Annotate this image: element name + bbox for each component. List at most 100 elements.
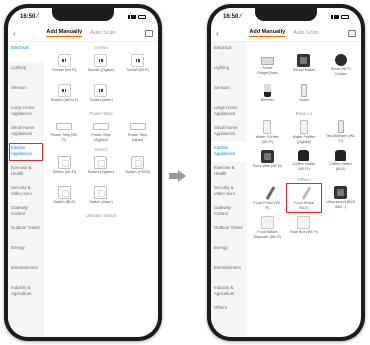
device-card[interactable]: Socket (other) [84,82,119,110]
section-title: Brew Lo [295,111,313,116]
device-card[interactable]: Food Probe (Wi-Fi) [250,184,285,212]
sidebar-item[interactable]: Small Home Appliances [8,122,44,142]
sidebar-item[interactable]: Large Home Appliances [211,102,247,122]
device-grid: Switch (Wi-Fi) Switch (Zigbee) Switch (HSW… [47,154,155,212]
device-card[interactable]: Switch (Wi-Fi) [47,154,82,182]
sidebar-item[interactable]: Industry & Agriculture [8,282,44,302]
phone-notch [255,8,317,21]
sidebar-item[interactable]: Outdoor Travel [8,222,44,242]
sidebar-item[interactable]: Electrical [8,42,44,62]
device-card[interactable]: Socket (Wi-Fi) [47,52,82,80]
device-card[interactable]: Socket (NB-IoT) [47,82,82,110]
device-card[interactable]: Switch (Zigbee) [84,154,119,182]
sidebar-item[interactable]: Others [211,302,247,322]
sidebar-item[interactable]: Large Home Appliances [8,102,44,122]
status-icons [331,14,349,19]
sidebar-item[interactable]: Lighting [211,62,247,82]
sidebar-item[interactable]: Kitchen Appliances [211,142,247,162]
device-label: Blender [260,98,274,102]
device-card[interactable]: Juicer [287,82,322,110]
device-card[interactable]: Food Waste Disposer (Wi-Fi) [250,214,285,242]
sidebar-item[interactable]: Sensors [8,82,44,102]
sidebar-item[interactable]: Gateway Control [211,202,247,222]
socket-icon [94,54,108,67]
tab-auto-scan[interactable]: Auto Scan [90,30,115,36]
device-grid: Power Strip (Wi-Fi) Power Strip (Zigbee) P… [47,118,155,146]
fridge-icon [260,57,274,65]
device-card[interactable]: Socket (BLE) [120,52,155,80]
device-card[interactable]: Coffee Maker (Wi-Fi) [287,148,322,176]
device-label: Socket (BLE) [126,68,149,72]
ultrasound-icon [334,186,348,199]
food-probe-icon [265,186,275,200]
device-card[interactable]: Power Strip (other) [120,118,155,146]
device-card[interactable]: Smart Wi-Fi Cooker [323,52,358,80]
device-label: Water Purifier (Wi-Fi) [255,135,279,144]
sidebar-item[interactable]: Electrical [211,42,247,62]
device-label: Sous Vide (Wi-Fi) [252,164,283,168]
device-label: Socket (Zigbee) [87,68,115,72]
sidebar-item[interactable]: Small Home Appliances [211,122,247,142]
device-card[interactable]: Sous Vide (Wi-Fi) [250,148,285,176]
device-label: Water Purifier (Zigbee) [292,135,316,144]
sidebar-item[interactable]: Security & Video Surv. [8,182,44,202]
device-label: Switch (Wi-Fi) [52,170,77,174]
socket-icon [94,84,108,97]
device-card[interactable]: Switch (HSWi) [120,154,155,182]
switch-icon [131,156,145,169]
device-label: Smart Wi-Fi Cooker [330,67,351,76]
sidebar-item[interactable]: Industry & Agriculture [211,282,247,302]
device-card[interactable]: Water Purifier (Zigbee) [287,118,322,146]
device-card[interactable]: Ultra-sound (BLE with...) [323,184,358,212]
sidebar-item[interactable]: Energy [211,242,247,262]
device-card[interactable]: Sound Maker [287,52,322,80]
sidebar-item[interactable]: Exercise & Health [211,162,247,182]
sound-maker-icon [297,54,311,67]
juicer-icon [300,84,307,97]
back-icon[interactable]: ‹ [13,29,25,38]
section-title: Power Strip [89,111,113,116]
back-icon[interactable]: ‹ [216,29,228,38]
sidebar-item[interactable]: Lighting [8,62,44,82]
device-label: Food Probe (Wi-Fi) [253,201,282,210]
sidebar-item[interactable]: Energy [8,242,44,262]
device-label: Juicer [298,98,310,102]
sidebar-item[interactable]: Entertainment [8,262,44,282]
device-card[interactable]: Water Purifier (Wi-Fi) [250,118,285,146]
scan-icon[interactable] [348,29,356,37]
device-card[interactable]: Socket (Zigbee) [84,52,119,80]
tab-auto-scan[interactable]: Auto Scan [293,30,318,36]
device-label: Switch (BLE) [53,200,76,204]
device-label: Ultra-sound (BLE with...) [326,200,356,209]
device-card[interactable]: Power Strip (Zigbee) [84,118,119,146]
tab-add-manually[interactable]: Add Manually [249,29,286,37]
device-card[interactable]: Coffee Maker (BLE) [323,148,358,176]
sidebar-item[interactable]: Exercise & Health [8,162,44,182]
switch-icon [57,186,71,199]
sidebar-item[interactable]: Security & Video Surv. [211,182,247,202]
tab-add-manually[interactable]: Add Manually [46,29,83,37]
scan-icon[interactable] [145,29,153,37]
device-card[interactable]: Blender [250,82,285,110]
sous-vide-icon [260,150,274,163]
device-label: Switch (other) [89,200,113,204]
sidebar-item[interactable]: Kitchen Appliances [8,142,44,162]
device-grid: Food Probe (Wi-Fi) Food Probe (BLE) Ultra-… [250,183,358,242]
sidebar-item[interactable]: Entertainment [211,262,247,282]
device-card[interactable]: Rice Box (Wi-Fi) [287,214,322,242]
cooker-icon [334,54,347,66]
sidebar-item[interactable]: Gateway Control [8,202,44,222]
phone-notch [52,8,114,21]
sidebar-item[interactable]: Sensors [211,82,247,102]
device-card[interactable]: Switch (BLE) [47,184,82,212]
phone-screen: 16:50 ⁄ ‹ Add Manually Auto Scan Electri… [211,8,361,337]
device-card[interactable]: Smart Fridge/Oven [250,52,285,80]
device-card[interactable]: Food Probe (BLE) [285,183,323,213]
device-card[interactable]: Switch (other) [84,184,119,212]
device-label: Socket (other) [89,98,113,102]
device-label: Power Strip (Wi-Fi) [50,133,79,142]
device-card[interactable]: Power Strip (Wi-Fi) [47,118,82,146]
device-label: Sound Maker [292,68,316,72]
sidebar-item[interactable]: Outdoor Travel [211,222,247,242]
device-card[interactable]: Tea Machine (Wi-Fi) [323,118,358,146]
